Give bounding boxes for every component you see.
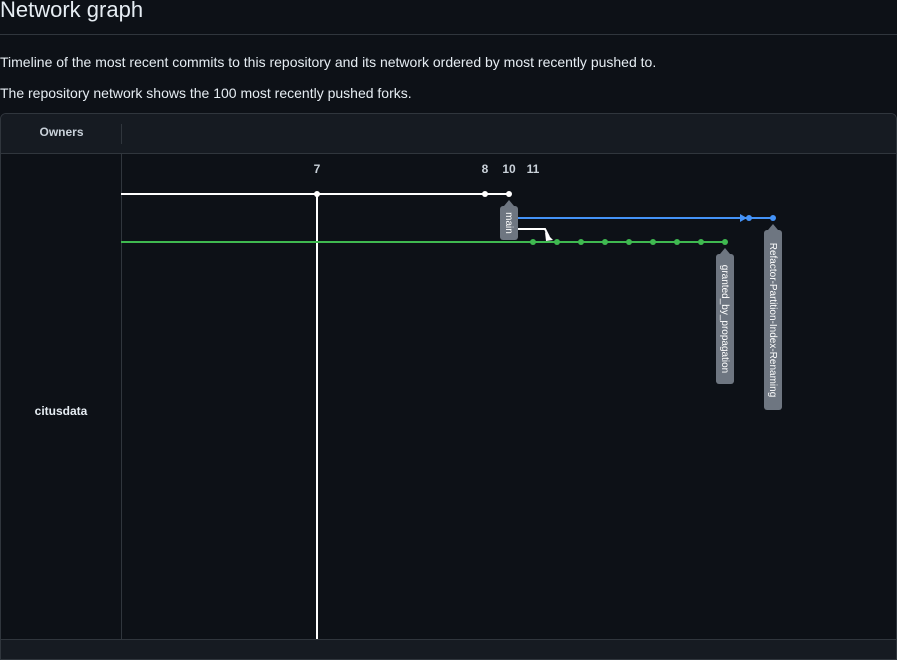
- commit-dot[interactable]: [698, 239, 704, 245]
- commit-dot[interactable]: [722, 239, 728, 245]
- date-label-11: 11: [527, 162, 540, 176]
- date-label-10: 10: [502, 162, 516, 176]
- commit-dot[interactable]: [626, 239, 632, 245]
- commit-dot[interactable]: [578, 239, 584, 245]
- date-label-8: 8: [482, 162, 489, 176]
- merge-arrowhead: [545, 232, 553, 241]
- branch-label-granted-by-propagation[interactable]: granted_by_propagation: [716, 248, 734, 384]
- branch-label-main[interactable]: main: [500, 200, 518, 240]
- commit-dot[interactable]: [602, 239, 608, 245]
- page-title: Network graph: [0, 0, 144, 22]
- commit-dot[interactable]: [650, 239, 656, 245]
- commit-dot[interactable]: [770, 215, 776, 221]
- blue-arrowhead: [740, 214, 747, 222]
- graph-footer: [1, 639, 896, 659]
- branch-label-refactor-text: Refactor-Partition-Index-Renaming: [767, 243, 778, 398]
- network-note: The repository network shows the 100 mos…: [0, 85, 412, 101]
- commit-dot[interactable]: [746, 215, 752, 221]
- network-graph[interactable]: Owners citusdata 7 8 10 11 main granted_…: [0, 113, 897, 660]
- date-label-7: 7: [314, 162, 321, 176]
- commit-dot[interactable]: [530, 239, 536, 245]
- commit-dot[interactable]: [482, 191, 488, 197]
- commit-dot[interactable]: [674, 239, 680, 245]
- commit-dot[interactable]: [554, 239, 560, 245]
- commit-graph-canvas[interactable]: 7 8 10 11 main granted_by_propagation Re…: [1, 114, 896, 659]
- page-description: Timeline of the most recent commits to t…: [0, 54, 657, 70]
- commit-dot[interactable]: [506, 191, 512, 197]
- merge-connector: [517, 228, 550, 238]
- branch-label-refactor-partition-index-renaming[interactable]: Refactor-Partition-Index-Renaming: [764, 224, 782, 410]
- commit-dot[interactable]: [314, 191, 320, 197]
- branch-label-granted-text: granted_by_propagation: [719, 265, 730, 373]
- branch-label-main-text: main: [503, 212, 514, 234]
- title-divider: [0, 34, 897, 35]
